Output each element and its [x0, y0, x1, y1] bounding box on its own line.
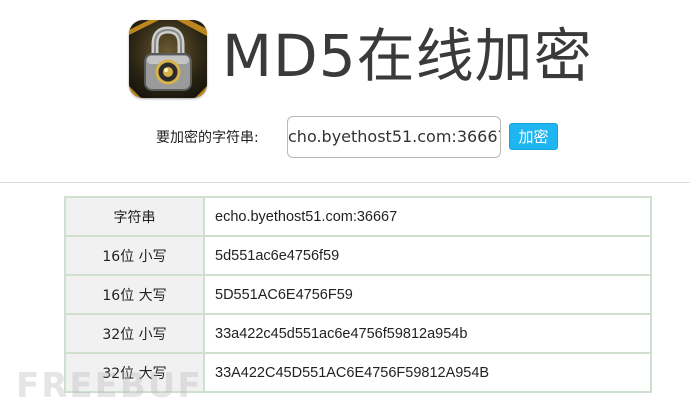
row-value: 5D551AC6E4756F59: [203, 274, 652, 315]
results-table: 字符串 echo.byethost51.com:36667 16位 小写 5d5…: [64, 196, 652, 393]
input-label: 要加密的字符串:: [156, 130, 259, 146]
divider: [0, 182, 690, 183]
row-label: 字符串: [64, 196, 205, 237]
row-label: 16位 小写: [64, 235, 205, 276]
row-value: 33a422c45d551ac6e4756f59812a954b: [203, 313, 652, 354]
table-row: 字符串 echo.byethost51.com:36667: [64, 196, 652, 237]
row-label: 32位 小写: [64, 313, 205, 354]
row-label: 16位 大写: [64, 274, 205, 315]
table-row: 32位 小写 33a422c45d551ac6e4756f59812a954b: [64, 313, 652, 354]
table-row: 16位 大写 5D551AC6E4756F59: [64, 274, 652, 315]
header: MD5在线加密 要加密的字符串: cho.byethost51.com:3666…: [0, 0, 690, 182]
row-value: echo.byethost51.com:36667: [203, 196, 652, 237]
row-label: 32位 大写: [64, 352, 205, 393]
page-title: MD5在线加密: [222, 22, 593, 90]
table-row: 16位 小写 5d551ac6e4756f59: [64, 235, 652, 276]
string-input[interactable]: cho.byethost51.com:36667: [287, 116, 501, 158]
padlock-icon: [129, 20, 207, 98]
row-value: 33A422C45D551AC6E4756F59812A954B: [203, 352, 652, 393]
table-row: 32位 大写 33A422C45D551AC6E4756F59812A954B: [64, 352, 652, 393]
row-value: 5d551ac6e4756f59: [203, 235, 652, 276]
encrypt-button[interactable]: 加密: [509, 123, 558, 150]
padlock-icon-graphic: [129, 20, 207, 98]
